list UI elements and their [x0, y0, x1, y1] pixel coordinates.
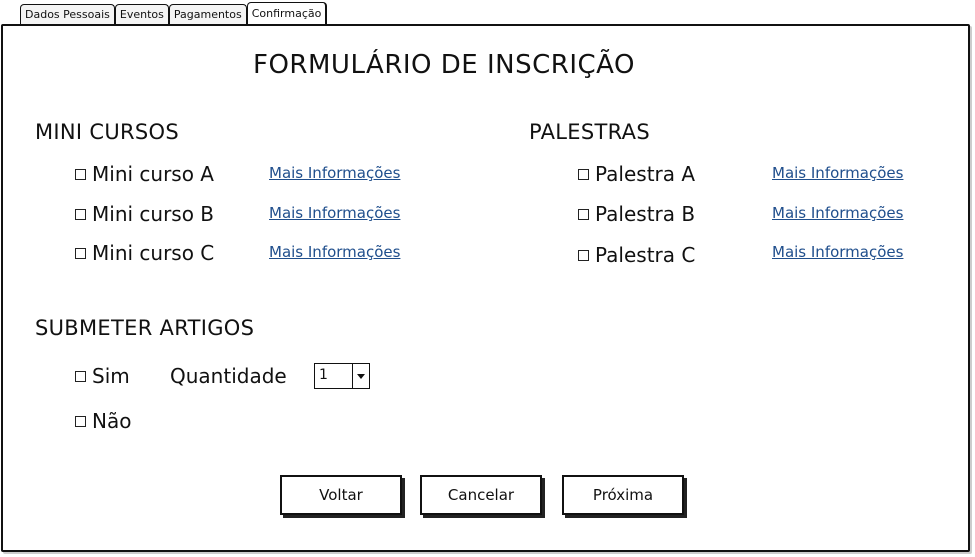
- checkbox-box[interactable]: [75, 370, 86, 382]
- checkbox-mini-curso-a[interactable]: Mini curso A: [75, 162, 214, 186]
- checkbox-sim[interactable]: Sim: [75, 364, 130, 388]
- submeter-artigos-heading: SUBMETER ARTIGOS: [35, 316, 255, 340]
- quantidade-value: 1: [319, 367, 328, 383]
- checkbox-label: Mini curso C: [92, 241, 215, 265]
- tab-bar: Dados Pessoais Eventos Pagamentos Confir…: [20, 2, 328, 24]
- tab-pagamentos[interactable]: Pagamentos: [168, 4, 247, 24]
- page-title: FORMULÁRIO DE INSCRIÇÃO: [253, 50, 635, 80]
- quantidade-select[interactable]: 1: [314, 363, 370, 389]
- checkbox-mini-curso-b[interactable]: Mini curso B: [75, 202, 214, 226]
- mais-informacoes-link-mini-curso-c[interactable]: Mais Informações: [269, 243, 400, 261]
- voltar-button[interactable]: Voltar: [280, 475, 402, 515]
- mini-cursos-heading: MINI CURSOS: [35, 120, 180, 144]
- checkbox-mini-curso-c[interactable]: Mini curso C: [75, 241, 214, 265]
- checkbox-label: Palestra B: [595, 202, 696, 226]
- checkbox-palestra-c[interactable]: Palestra C: [578, 243, 695, 267]
- checkbox-label: Palestra C: [595, 243, 696, 267]
- mais-informacoes-link-palestra-a[interactable]: Mais Informações: [772, 164, 903, 182]
- checkbox-box[interactable]: [578, 249, 589, 261]
- mais-informacoes-link-palestra-b[interactable]: Mais Informações: [772, 204, 903, 222]
- form-panel: [1, 24, 970, 552]
- tab-eventos[interactable]: Eventos: [114, 4, 169, 24]
- mais-informacoes-link-palestra-c[interactable]: Mais Informações: [772, 243, 903, 261]
- checkbox-box[interactable]: [75, 208, 86, 220]
- tab-dados-pessoais[interactable]: Dados Pessoais: [20, 4, 115, 24]
- checkbox-palestra-a[interactable]: Palestra A: [578, 162, 695, 186]
- checkbox-label: Palestra A: [595, 162, 696, 186]
- palestras-heading: PALESTRAS: [529, 120, 650, 144]
- checkbox-box[interactable]: [578, 208, 589, 220]
- checkbox-box[interactable]: [75, 415, 86, 427]
- checkbox-box[interactable]: [75, 168, 86, 180]
- checkbox-box[interactable]: [75, 247, 86, 259]
- quantidade-label: Quantidade: [170, 364, 287, 388]
- checkbox-nao[interactable]: Não: [75, 409, 131, 433]
- tab-confirmacao[interactable]: Confirmação: [246, 2, 328, 24]
- checkbox-palestra-b[interactable]: Palestra B: [578, 202, 695, 226]
- checkbox-label: Mini curso A: [92, 162, 214, 186]
- checkbox-label: Sim: [92, 364, 130, 388]
- mais-informacoes-link-mini-curso-b[interactable]: Mais Informações: [269, 204, 400, 222]
- dropdown-arrow-icon[interactable]: [352, 364, 369, 388]
- checkbox-label: Não: [92, 409, 132, 433]
- checkbox-box[interactable]: [578, 168, 589, 180]
- checkbox-label: Mini curso B: [92, 202, 215, 226]
- cancelar-button[interactable]: Cancelar: [420, 475, 542, 515]
- mais-informacoes-link-mini-curso-a[interactable]: Mais Informações: [269, 164, 400, 182]
- proxima-button[interactable]: Próxima: [562, 475, 684, 515]
